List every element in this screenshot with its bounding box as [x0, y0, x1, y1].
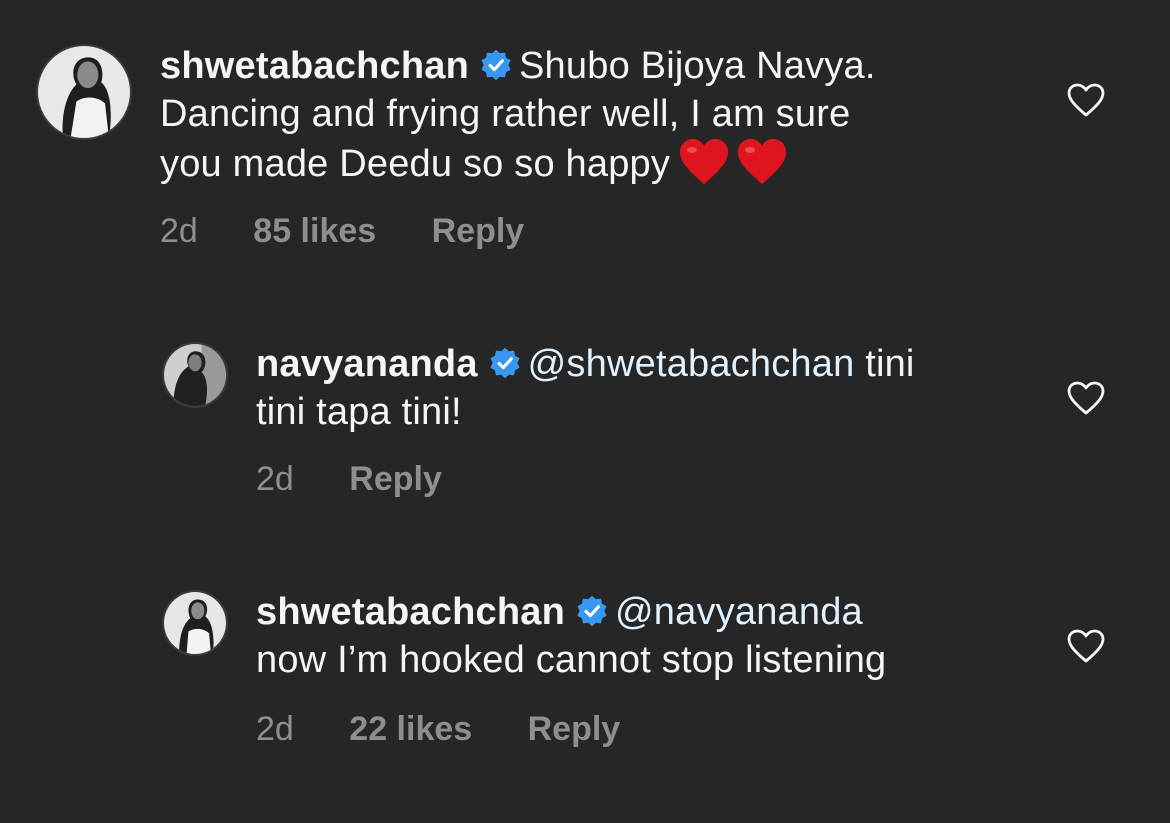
- username[interactable]: shwetabachchan: [256, 591, 565, 633]
- reply-button[interactable]: Reply: [528, 710, 621, 749]
- comment-shwetabachchan: shwetabachchan Shubo Bijoya Navya. Dancin…: [0, 0, 1170, 290]
- like-comment-button[interactable]: [1066, 82, 1106, 118]
- profile-photo: [38, 46, 130, 138]
- red-heart-emoji: [738, 139, 787, 184]
- verified-badge-icon: [490, 347, 520, 379]
- comment-time: 2d: [256, 460, 294, 498]
- like-comment-button[interactable]: [1066, 628, 1106, 664]
- comment-text-line: Shubo Bijoya Navya.: [519, 45, 876, 87]
- like-comment-button[interactable]: [1066, 380, 1106, 416]
- reply-navyananda: navyananda @shwetabachchan tini tini tapa…: [0, 330, 1170, 530]
- comment-meta: 2d Reply: [256, 460, 442, 499]
- comment-body: shwetabachchan Shubo Bijoya Navya. Dancin…: [160, 42, 1060, 188]
- avatar-navyananda[interactable]: [162, 342, 228, 408]
- profile-photo: [164, 592, 226, 654]
- mention-link[interactable]: @navyananda: [615, 591, 863, 633]
- heart-outline-icon: [1067, 83, 1105, 117]
- avatar-shwetabachchan[interactable]: [36, 44, 132, 140]
- likes-count[interactable]: 85 likes: [253, 212, 376, 251]
- comment-text-line: now I’m hooked cannot stop listening: [256, 639, 887, 681]
- avatar-shwetabachchan[interactable]: [162, 590, 228, 656]
- comment-text-line: tini: [854, 343, 915, 385]
- comment-meta: 2d 22 likes Reply: [256, 710, 620, 749]
- heart-outline-icon: [1067, 381, 1105, 415]
- mention-link[interactable]: @shwetabachchan: [528, 343, 855, 385]
- verified-badge-icon: [577, 595, 607, 627]
- comment-text-line: Dancing and frying rather well, I am sur…: [160, 93, 851, 135]
- comment-text-line: you made Deedu so so happy: [160, 143, 671, 185]
- username[interactable]: navyananda: [256, 343, 478, 385]
- reply-button[interactable]: Reply: [349, 460, 442, 499]
- comment-time: 2d: [256, 710, 294, 748]
- comment-meta: 2d 85 likes Reply: [160, 212, 524, 251]
- red-heart-emoji: [680, 139, 729, 184]
- comment-text-line: tini tapa tini!: [256, 391, 462, 433]
- profile-photo: [164, 344, 226, 406]
- verified-badge-icon: [481, 49, 511, 81]
- reply-button[interactable]: Reply: [432, 212, 525, 251]
- likes-count[interactable]: 22 likes: [349, 710, 472, 749]
- heart-outline-icon: [1067, 629, 1105, 663]
- comment-body: shwetabachchan @navyananda now I’m hooked…: [256, 588, 1056, 684]
- comment-time: 2d: [160, 212, 198, 250]
- comment-body: navyananda @shwetabachchan tini tini tapa…: [256, 340, 1056, 436]
- username[interactable]: shwetabachchan: [160, 45, 469, 87]
- reply-shwetabachchan: shwetabachchan @navyananda now I’m hooked…: [0, 580, 1170, 780]
